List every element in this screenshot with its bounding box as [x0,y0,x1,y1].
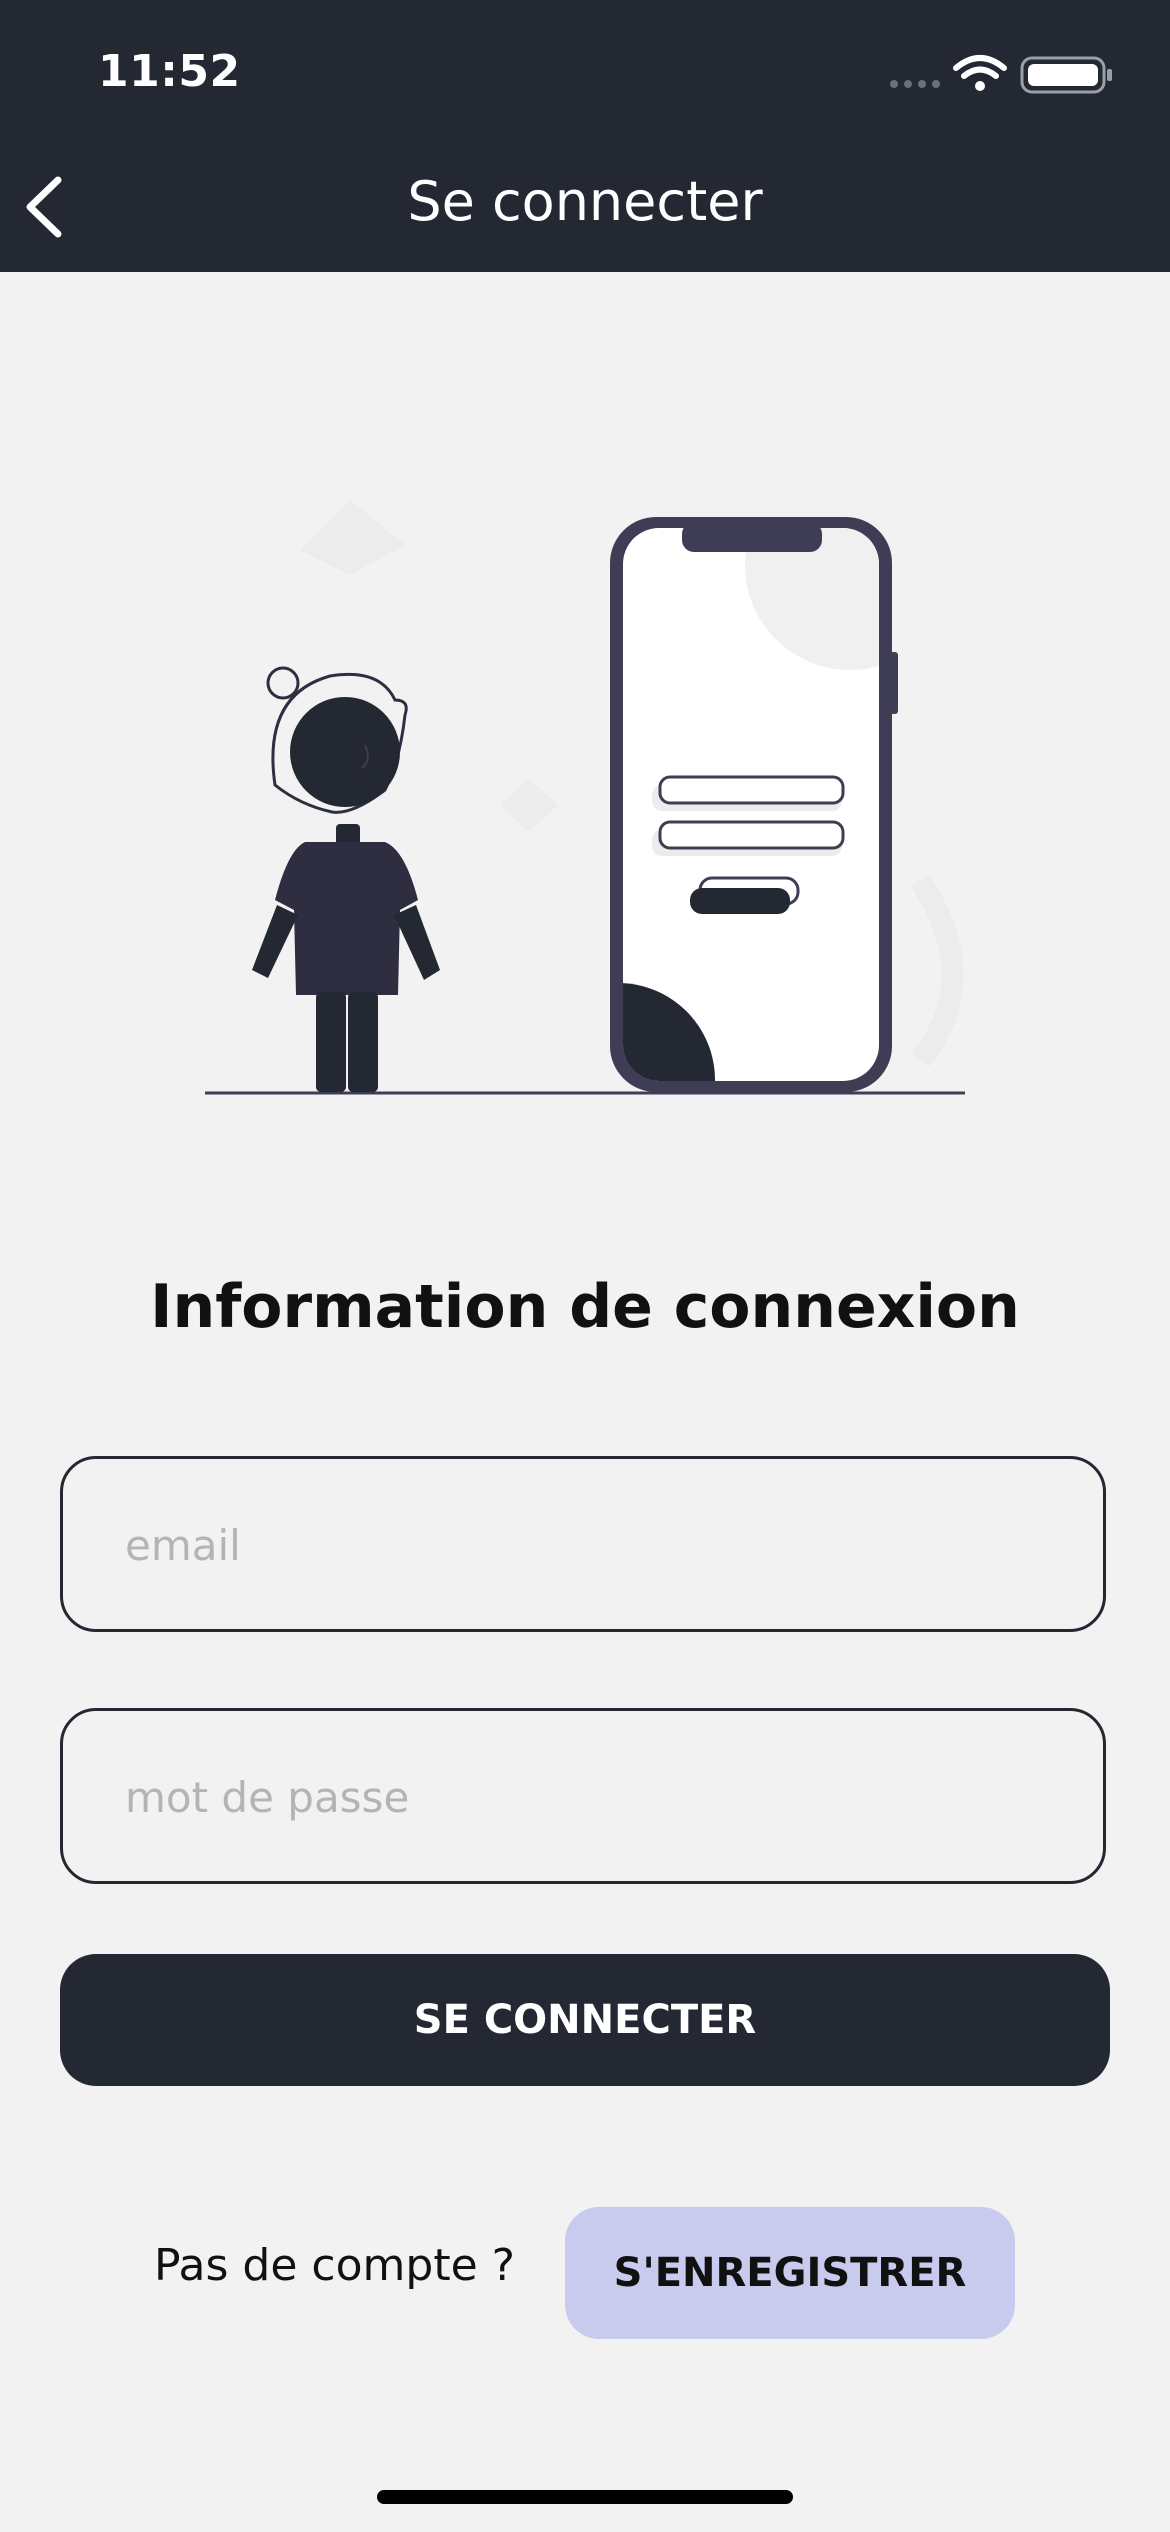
form-heading: Information de connexion [150,1272,1020,1342]
person-figure [252,666,440,1092]
status-time: 11:52 [98,46,241,97]
phone-illustration [610,517,898,1092]
email-field[interactable] [60,1456,1106,1632]
signal-icon [890,80,940,88]
status-icons [890,55,1112,94]
decor-shape [300,500,405,575]
no-account-text: Pas de compte ? [154,2240,515,2291]
decor-shape [500,778,558,832]
register-button[interactable]: S'ENREGISTRER [565,2207,1015,2339]
email-input[interactable] [123,1459,1047,1631]
password-field[interactable] [60,1708,1106,1884]
battery-icon [1020,56,1112,94]
wifi-icon [953,55,1007,91]
password-input[interactable] [123,1711,1047,1883]
decor-shape [910,874,964,1067]
login-illustration [205,500,965,1095]
login-button[interactable]: SE CONNECTER [60,1954,1110,2086]
home-indicator [377,2490,793,2504]
header-bar: 11:52 Se connecter [0,0,1170,272]
nav-title: Se connecter [407,170,763,233]
